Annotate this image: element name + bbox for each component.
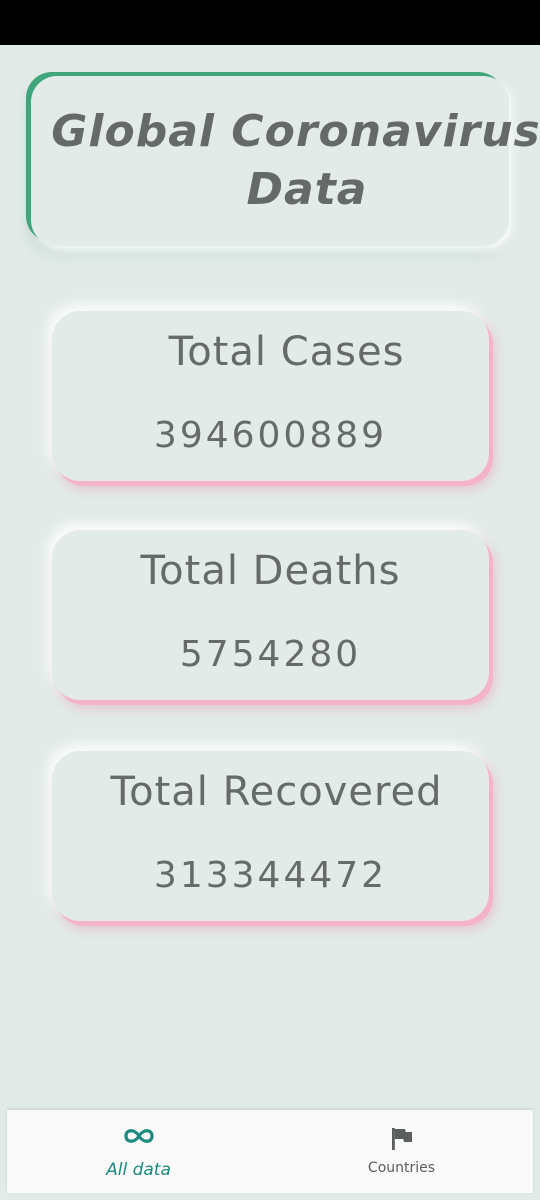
- nav-label-all-data: All data: [106, 1160, 171, 1180]
- page-title-line-1: Global Coronavirus: [51, 106, 540, 157]
- nav-item-countries[interactable]: Countries: [270, 1110, 533, 1193]
- total-recovered-label: Total Recovered: [110, 769, 443, 815]
- nav-item-all-data[interactable]: All data: [7, 1110, 270, 1193]
- flag-icon: [270, 1126, 533, 1152]
- bottom-navigation: All data Countries: [7, 1110, 533, 1193]
- title-card: Global Coronavirus Data: [31, 76, 540, 246]
- total-recovered-card: Total Recovered 313344472: [52, 751, 489, 921]
- page-title-line-2: Data: [246, 164, 368, 215]
- status-bar: [0, 0, 540, 45]
- total-deaths-value: 5754280: [179, 634, 362, 675]
- infinity-icon: [7, 1126, 270, 1146]
- app-screen: Global Coronavirus Data Total Cases 3946…: [0, 0, 540, 1200]
- total-cases-card: Total Cases 394600889: [52, 311, 489, 481]
- total-cases-label: Total Cases: [168, 329, 405, 375]
- total-deaths-label: Total Deaths: [140, 548, 401, 594]
- total-recovered-value: 313344472: [153, 855, 388, 896]
- total-deaths-card: Total Deaths 5754280: [52, 530, 489, 700]
- nav-label-countries: Countries: [367, 1160, 436, 1176]
- total-cases-value: 394600889: [153, 415, 388, 456]
